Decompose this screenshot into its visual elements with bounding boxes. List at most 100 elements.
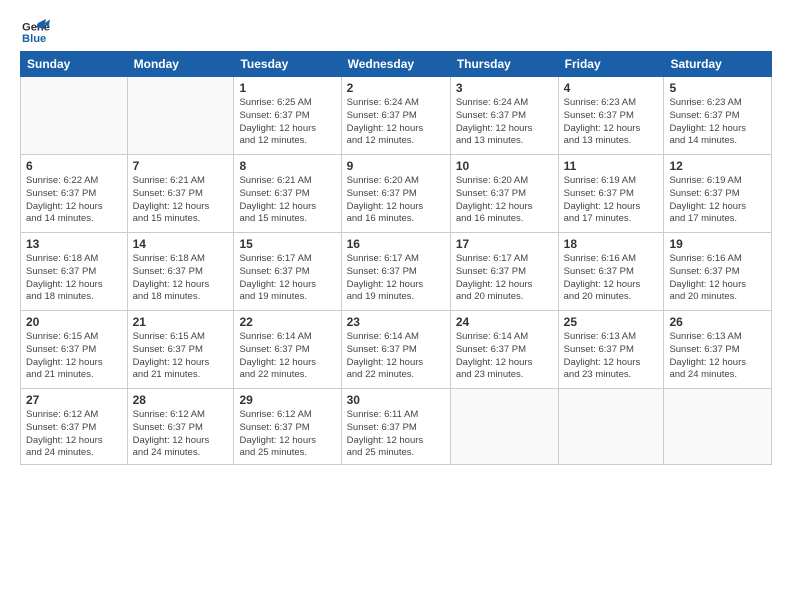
calendar-cell: 2Sunrise: 6:24 AM Sunset: 6:37 PM Daylig…: [341, 77, 450, 155]
calendar-cell: 28 Sunrise: 6:12 AM Sunset: 6:37 PM Dayli…: [127, 389, 234, 465]
calendar-cell: 14 Sunrise: 6:18 AM Sunset: 6:37 PM Dayli…: [127, 233, 234, 311]
day-number: 22: [239, 315, 335, 329]
day-detail: Sunrise: 6:16 AM Sunset: 6:37 PM Dayligh…: [669, 253, 766, 304]
calendar-cell: [664, 389, 772, 465]
weekday-header-monday: Monday: [127, 52, 234, 77]
day-number: 5: [669, 81, 766, 95]
day-detail: Sunrise: 6:13 AM Sunset: 6:37 PM Dayligh…: [669, 331, 766, 382]
day-number: 14: [133, 237, 229, 251]
calendar-cell: [21, 77, 128, 155]
calendar-cell: 25 Sunrise: 6:13 AM Sunset: 6:37 PM Dayli…: [558, 311, 664, 389]
day-number: 7: [133, 159, 229, 173]
calendar-cell: 6 Sunrise: 6:22 AM Sunset: 6:37 PM Daylig…: [21, 155, 128, 233]
calendar-cell: 20 Sunrise: 6:15 AM Sunset: 6:37 PM Dayli…: [21, 311, 128, 389]
calendar-cell: 1 Sunrise: 6:25 AM Sunset: 6:37 PM Daylig…: [234, 77, 341, 155]
calendar-week-row: 1 Sunrise: 6:25 AM Sunset: 6:37 PM Daylig…: [21, 77, 772, 155]
header: General Blue: [20, 18, 772, 41]
day-number: 28: [133, 393, 229, 407]
day-detail: Sunrise: 6:20 AM Sunset: 6:37 PM Dayligh…: [456, 175, 553, 226]
weekday-header-saturday: Saturday: [664, 52, 772, 77]
day-number: 19: [669, 237, 766, 251]
day-detail: Sunrise: 6:23 AM Sunset: 6:37 PM Dayligh…: [669, 97, 766, 148]
calendar-cell: 24 Sunrise: 6:14 AM Sunset: 6:37 PM Dayli…: [450, 311, 558, 389]
calendar-cell: 5 Sunrise: 6:23 AM Sunset: 6:37 PM Daylig…: [664, 77, 772, 155]
day-detail: Sunrise: 6:12 AM Sunset: 6:37 PM Dayligh…: [133, 409, 229, 460]
day-detail: Sunrise: 6:11 AM Sunset: 6:37 PM Dayligh…: [347, 409, 445, 460]
calendar-cell: 8 Sunrise: 6:21 AM Sunset: 6:37 PM Daylig…: [234, 155, 341, 233]
day-number: 20: [26, 315, 122, 329]
weekday-header-wednesday: Wednesday: [341, 52, 450, 77]
calendar-week-row: 20 Sunrise: 6:15 AM Sunset: 6:37 PM Dayli…: [21, 311, 772, 389]
logo-bird-icon: [24, 19, 46, 41]
calendar-cell: 17Sunrise: 6:17 AM Sunset: 6:37 PM Dayli…: [450, 233, 558, 311]
day-number: 1: [239, 81, 335, 95]
calendar-cell: 27 Sunrise: 6:12 AM Sunset: 6:37 PM Dayli…: [21, 389, 128, 465]
day-number: 15: [239, 237, 335, 251]
day-number: 17: [456, 237, 553, 251]
calendar-cell: 10Sunrise: 6:20 AM Sunset: 6:37 PM Dayli…: [450, 155, 558, 233]
day-detail: Sunrise: 6:18 AM Sunset: 6:37 PM Dayligh…: [26, 253, 122, 304]
day-number: 23: [347, 315, 445, 329]
day-number: 2: [347, 81, 445, 95]
day-detail: Sunrise: 6:19 AM Sunset: 6:37 PM Dayligh…: [564, 175, 659, 226]
day-detail: Sunrise: 6:14 AM Sunset: 6:37 PM Dayligh…: [239, 331, 335, 382]
day-number: 21: [133, 315, 229, 329]
day-number: 30: [347, 393, 445, 407]
calendar-cell: 18 Sunrise: 6:16 AM Sunset: 6:37 PM Dayli…: [558, 233, 664, 311]
day-number: 3: [456, 81, 553, 95]
calendar-week-row: 6 Sunrise: 6:22 AM Sunset: 6:37 PM Daylig…: [21, 155, 772, 233]
day-detail: Sunrise: 6:15 AM Sunset: 6:37 PM Dayligh…: [26, 331, 122, 382]
day-number: 29: [239, 393, 335, 407]
day-detail: Sunrise: 6:25 AM Sunset: 6:37 PM Dayligh…: [239, 97, 335, 148]
weekday-header-sunday: Sunday: [21, 52, 128, 77]
day-detail: Sunrise: 6:14 AM Sunset: 6:37 PM Dayligh…: [456, 331, 553, 382]
day-number: 4: [564, 81, 659, 95]
calendar-cell: [558, 389, 664, 465]
day-number: 11: [564, 159, 659, 173]
calendar-cell: [127, 77, 234, 155]
calendar-week-row: 13Sunrise: 6:18 AM Sunset: 6:37 PM Dayli…: [21, 233, 772, 311]
day-detail: Sunrise: 6:21 AM Sunset: 6:37 PM Dayligh…: [239, 175, 335, 226]
calendar-table: SundayMondayTuesdayWednesdayThursdayFrid…: [20, 51, 772, 465]
day-number: 18: [564, 237, 659, 251]
day-detail: Sunrise: 6:22 AM Sunset: 6:37 PM Dayligh…: [26, 175, 122, 226]
logo: General Blue: [20, 18, 50, 41]
page: General Blue: [0, 0, 792, 612]
day-number: 27: [26, 393, 122, 407]
calendar-cell: 9Sunrise: 6:20 AM Sunset: 6:37 PM Daylig…: [341, 155, 450, 233]
weekday-header-thursday: Thursday: [450, 52, 558, 77]
day-number: 26: [669, 315, 766, 329]
weekday-header-row: SundayMondayTuesdayWednesdayThursdayFrid…: [21, 52, 772, 77]
calendar-cell: 23 Sunrise: 6:14 AM Sunset: 6:37 PM Dayli…: [341, 311, 450, 389]
calendar-cell: 29 Sunrise: 6:12 AM Sunset: 6:37 PM Dayli…: [234, 389, 341, 465]
day-detail: Sunrise: 6:13 AM Sunset: 6:37 PM Dayligh…: [564, 331, 659, 382]
calendar-cell: 13Sunrise: 6:18 AM Sunset: 6:37 PM Dayli…: [21, 233, 128, 311]
weekday-header-tuesday: Tuesday: [234, 52, 341, 77]
day-detail: Sunrise: 6:17 AM Sunset: 6:37 PM Dayligh…: [347, 253, 445, 304]
calendar-cell: 21 Sunrise: 6:15 AM Sunset: 6:37 PM Dayli…: [127, 311, 234, 389]
day-detail: Sunrise: 6:17 AM Sunset: 6:37 PM Dayligh…: [239, 253, 335, 304]
day-detail: Sunrise: 6:16 AM Sunset: 6:37 PM Dayligh…: [564, 253, 659, 304]
day-detail: Sunrise: 6:18 AM Sunset: 6:37 PM Dayligh…: [133, 253, 229, 304]
calendar-cell: [450, 389, 558, 465]
day-detail: Sunrise: 6:14 AM Sunset: 6:37 PM Dayligh…: [347, 331, 445, 382]
calendar-cell: 7Sunrise: 6:21 AM Sunset: 6:37 PM Daylig…: [127, 155, 234, 233]
day-number: 12: [669, 159, 766, 173]
day-number: 25: [564, 315, 659, 329]
day-detail: Sunrise: 6:24 AM Sunset: 6:37 PM Dayligh…: [456, 97, 553, 148]
day-number: 6: [26, 159, 122, 173]
day-number: 8: [239, 159, 335, 173]
day-detail: Sunrise: 6:12 AM Sunset: 6:37 PM Dayligh…: [239, 409, 335, 460]
day-detail: Sunrise: 6:23 AM Sunset: 6:37 PM Dayligh…: [564, 97, 659, 148]
calendar-cell: 30 Sunrise: 6:11 AM Sunset: 6:37 PM Dayli…: [341, 389, 450, 465]
day-detail: Sunrise: 6:12 AM Sunset: 6:37 PM Dayligh…: [26, 409, 122, 460]
day-detail: Sunrise: 6:19 AM Sunset: 6:37 PM Dayligh…: [669, 175, 766, 226]
weekday-header-friday: Friday: [558, 52, 664, 77]
calendar-week-row: 27 Sunrise: 6:12 AM Sunset: 6:37 PM Dayli…: [21, 389, 772, 465]
calendar-cell: 15 Sunrise: 6:17 AM Sunset: 6:37 PM Dayli…: [234, 233, 341, 311]
day-number: 24: [456, 315, 553, 329]
calendar-cell: 19 Sunrise: 6:16 AM Sunset: 6:37 PM Dayli…: [664, 233, 772, 311]
day-detail: Sunrise: 6:15 AM Sunset: 6:37 PM Dayligh…: [133, 331, 229, 382]
calendar-cell: 26 Sunrise: 6:13 AM Sunset: 6:37 PM Dayli…: [664, 311, 772, 389]
calendar-cell: 3 Sunrise: 6:24 AM Sunset: 6:37 PM Daylig…: [450, 77, 558, 155]
